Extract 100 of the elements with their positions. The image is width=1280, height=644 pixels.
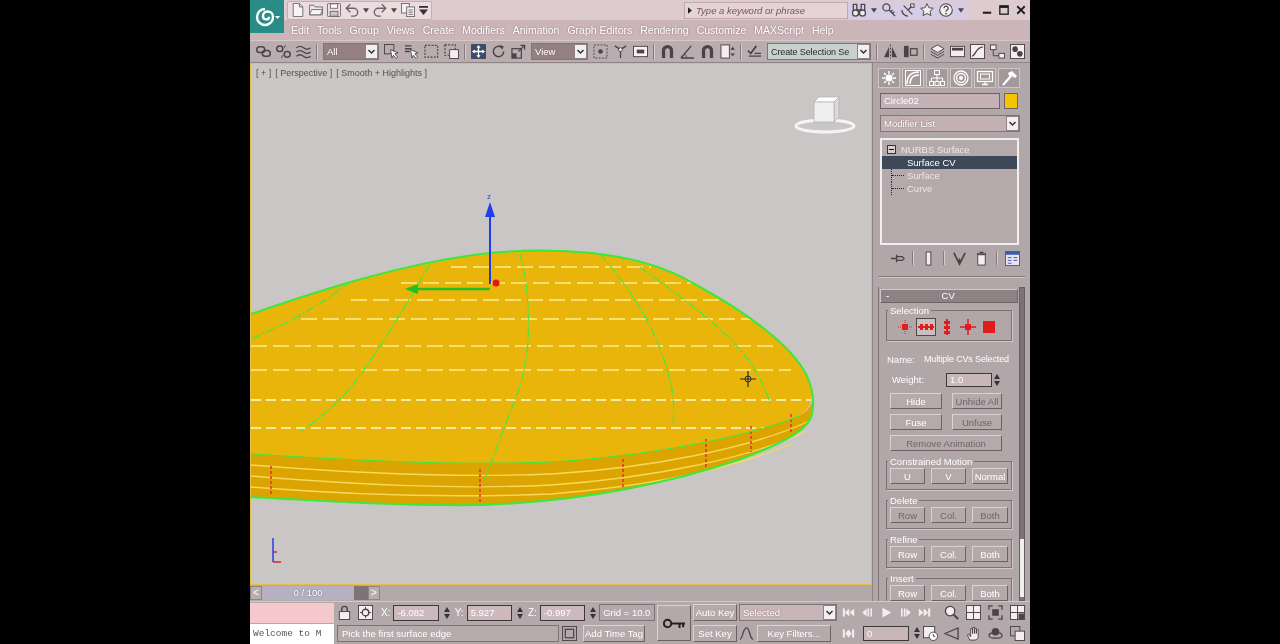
viewport-label[interactable]: [ Smooth + Highlights ] — [336, 68, 428, 78]
documents-icon[interactable] — [401, 3, 415, 17]
stack-item[interactable]: NURBS Surface — [882, 143, 1017, 156]
curve-icon[interactable] — [739, 626, 754, 641]
named-selection-dropdown[interactable]: Create Selection Se — [767, 43, 871, 60]
window-grid-icon[interactable] — [1010, 605, 1025, 620]
new-page-icon[interactable] — [291, 3, 305, 17]
spinner-arrows-icon[interactable] — [914, 626, 920, 640]
caret-icon[interactable] — [871, 7, 877, 13]
hierarchy-icon[interactable] — [926, 68, 948, 88]
spinner-arrows-icon[interactable] — [516, 605, 523, 620]
triangle-icon[interactable] — [688, 6, 692, 14]
menu-item[interactable]: Graph Editors — [563, 24, 637, 36]
grid-window-icon[interactable] — [966, 605, 981, 620]
stack-item[interactable]: Surface — [882, 169, 1017, 182]
wave-lines-icon[interactable] — [296, 44, 311, 59]
key-set-dropdown[interactable]: Selected — [739, 604, 837, 621]
menu-item[interactable]: Animation — [508, 24, 564, 36]
object-name-field[interactable]: Circle02 — [880, 93, 1000, 109]
next-frame-button[interactable]: > — [368, 586, 380, 600]
selection-filter-dropdown[interactable]: All — [323, 43, 379, 60]
scrollbar[interactable] — [1019, 287, 1025, 601]
toggle-box-icon[interactable] — [633, 44, 648, 59]
axis-arrow[interactable] — [485, 202, 495, 285]
menu-item[interactable]: Customize — [692, 24, 751, 36]
checkmark-icon[interactable] — [747, 44, 762, 59]
rollout-button[interactable]: Both — [972, 546, 1008, 562]
orbit-icon[interactable] — [988, 626, 1003, 641]
menu-item[interactable]: Create — [418, 24, 459, 36]
panel-window-icon[interactable] — [950, 44, 965, 59]
undo-icon[interactable] — [345, 3, 359, 17]
help-icon[interactable] — [939, 3, 953, 17]
align-icon[interactable] — [903, 44, 918, 59]
minus-box-icon[interactable] — [887, 145, 896, 154]
menu-item[interactable]: Edit — [287, 24, 314, 36]
list-window-icon[interactable] — [1005, 250, 1020, 266]
set-key-button[interactable]: Set Key — [693, 625, 737, 642]
rollout-button[interactable]: Col. — [931, 546, 966, 562]
close-icon[interactable] — [1016, 5, 1026, 15]
scrollbar-thumb[interactable] — [1020, 539, 1024, 597]
monitor-icon[interactable] — [974, 68, 996, 88]
menu-item[interactable]: Group — [345, 24, 383, 36]
menu-item[interactable]: Tools — [313, 24, 346, 36]
schematic-icon[interactable] — [990, 44, 1005, 59]
menu-item[interactable]: Help — [807, 24, 838, 36]
bent-curves-icon[interactable] — [902, 68, 924, 88]
layers-icon[interactable] — [930, 44, 945, 59]
spinner-arrows-icon[interactable] — [443, 605, 450, 620]
caret-icon[interactable] — [363, 7, 369, 13]
magnet-icon[interactable] — [700, 44, 715, 59]
rollout-button[interactable]: V — [931, 468, 966, 484]
rollout-button[interactable]: Fuse — [890, 414, 942, 430]
stack-item[interactable]: Curve — [882, 182, 1017, 195]
coordinate-field[interactable]: -6.082 — [393, 604, 439, 621]
scale-icon[interactable] — [511, 44, 526, 59]
rollout-button[interactable]: Row — [890, 546, 925, 562]
zoom-extents-icon[interactable] — [988, 605, 1003, 620]
stack-item[interactable]: Surface CV — [882, 156, 1017, 169]
modifier-list-dropdown[interactable]: Modifier List — [880, 115, 1020, 132]
sun-icon[interactable] — [878, 68, 900, 88]
binoculars-icon[interactable] — [852, 3, 866, 17]
coordinate-field[interactable]: -0.997 — [539, 604, 586, 621]
add-time-tag-button[interactable]: Add Time Tag — [583, 625, 645, 642]
dropdown-arrow-icon[interactable] — [419, 5, 428, 15]
dotted-point-icon[interactable] — [895, 318, 915, 336]
dashed-rectangle-icon[interactable] — [424, 44, 439, 59]
script-output-field[interactable]: Welcome to M — [250, 624, 334, 644]
skip-to-start-icon[interactable] — [842, 605, 855, 619]
broken-chain-icon[interactable] — [276, 44, 291, 59]
rollout-button[interactable]: Hide — [890, 393, 942, 409]
frame-field[interactable]: 0 — [863, 625, 909, 641]
rotate-icon[interactable] — [491, 44, 506, 59]
menu-item[interactable]: Views — [382, 24, 419, 36]
frame-icon[interactable] — [562, 626, 577, 641]
caret-icon[interactable] — [958, 7, 964, 13]
rollout-toggle[interactable]: - — [881, 290, 894, 302]
key-button[interactable] — [657, 605, 691, 641]
target-box-icon[interactable] — [358, 605, 373, 620]
rollout-button[interactable]: U — [890, 468, 925, 484]
maximize-viewport-icon[interactable] — [1010, 626, 1025, 641]
coordinate-field[interactable]: 5.927 — [466, 604, 512, 621]
dotted-row-icon[interactable] — [916, 318, 936, 336]
folder-icon[interactable] — [309, 3, 323, 17]
reference-coordinate-dropdown[interactable]: View — [531, 43, 588, 60]
chain-link-icon[interactable] — [256, 44, 271, 59]
color-swatch-icon[interactable] — [1004, 93, 1018, 109]
previous-frame-button[interactable]: < — [250, 586, 262, 600]
maximize-icon[interactable] — [999, 5, 1009, 15]
cursor-box-icon[interactable] — [384, 44, 399, 59]
caret-icon[interactable] — [391, 7, 397, 13]
viewport[interactable]: z [ + ] [ Perspective ] [ Smooth + Highlights ] — [250, 63, 872, 585]
branch-icon[interactable] — [613, 44, 628, 59]
key-icon[interactable] — [882, 3, 896, 17]
rings-icon[interactable] — [950, 68, 972, 88]
mirror-icon[interactable] — [883, 44, 898, 59]
v-shape-icon[interactable] — [952, 250, 967, 266]
angle-icon[interactable] — [680, 44, 695, 59]
window-selection-icon[interactable] — [444, 44, 459, 59]
trash-icon[interactable] — [974, 250, 989, 266]
list-cursor-icon[interactable] — [404, 44, 419, 59]
